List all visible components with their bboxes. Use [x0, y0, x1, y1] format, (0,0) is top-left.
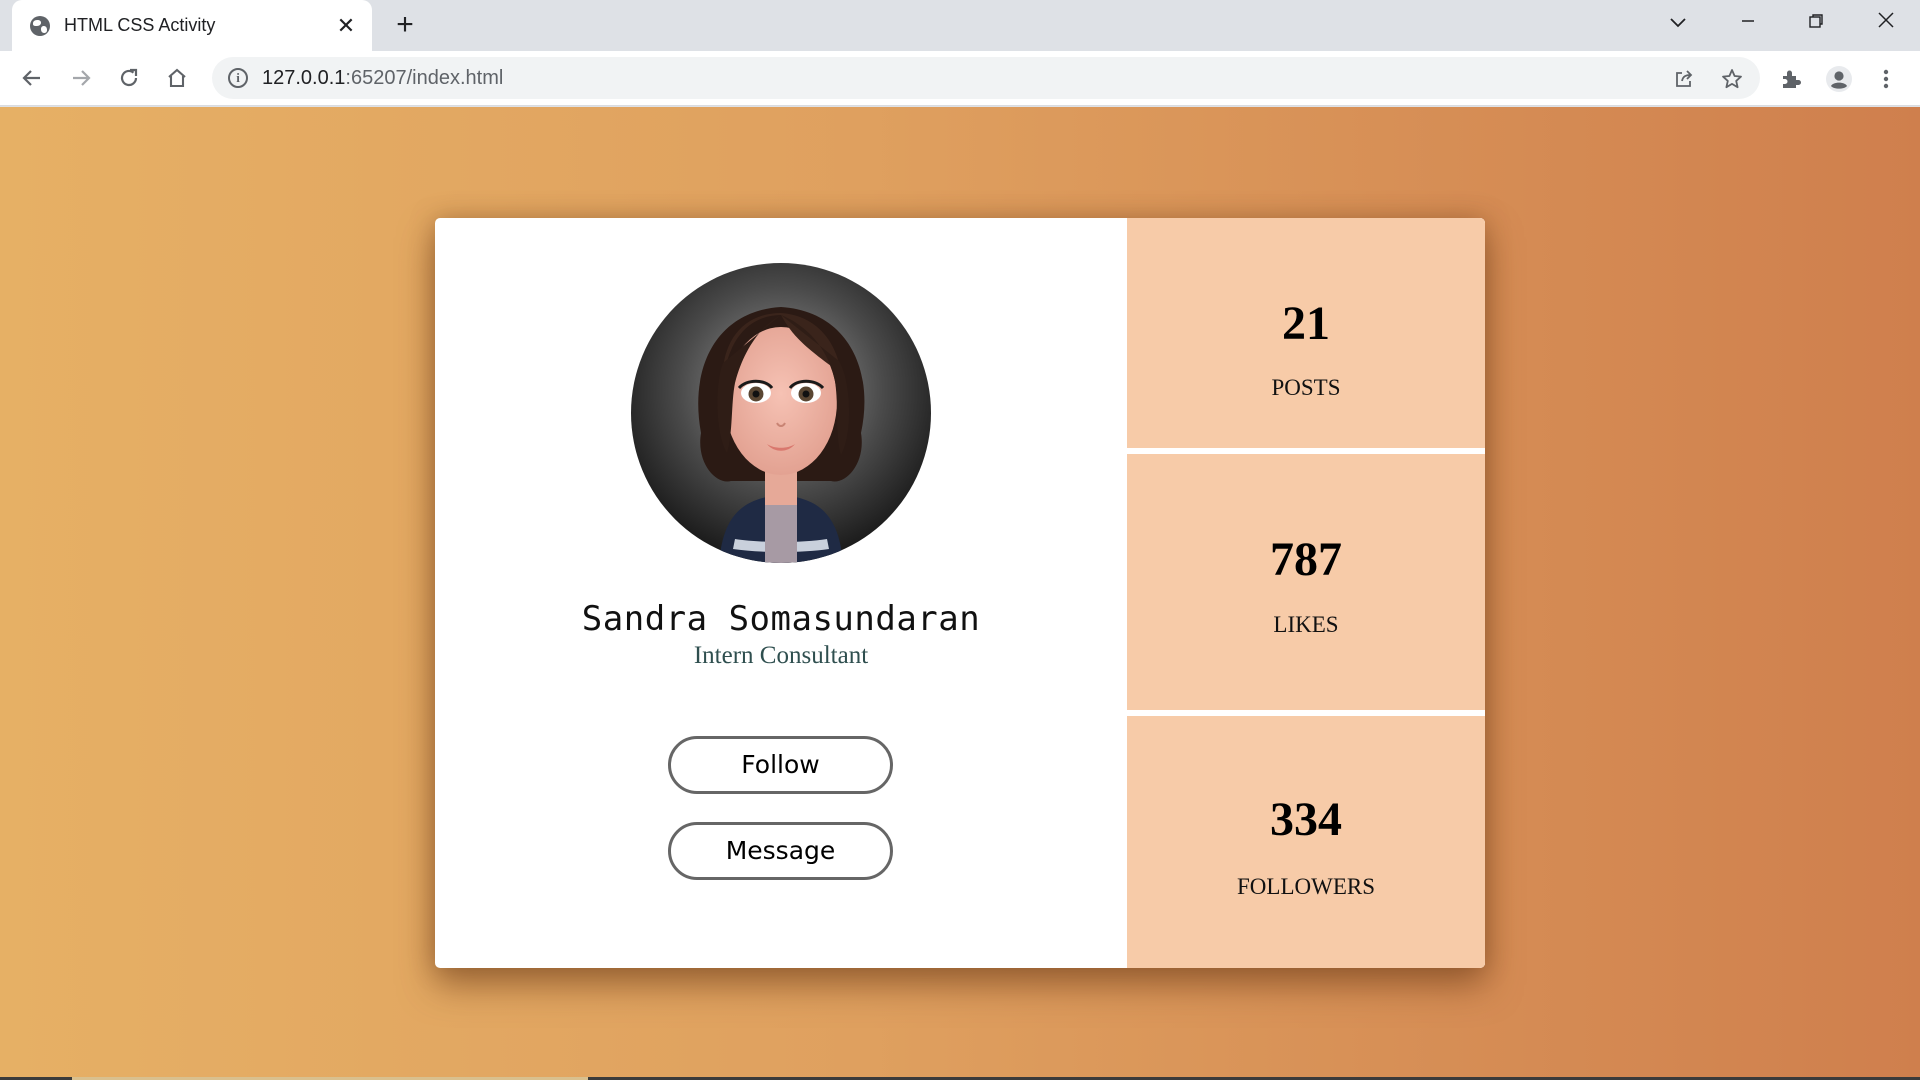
profile-role: Intern Consultant	[693, 642, 869, 669]
url-host: 127.0.0.1	[262, 67, 346, 89]
forward-icon[interactable]	[66, 63, 96, 93]
stats-panel: 21 POSTS 787 LIKES 334 FOLLOWERS	[1127, 218, 1485, 968]
tab-strip: HTML CSS Activity ✕ +	[0, 0, 1920, 51]
restore-icon[interactable]	[1798, 8, 1834, 38]
profile-section: Sandra Somasundaran Intern Consultant Fo…	[435, 218, 1127, 968]
follow-button[interactable]: Follow	[668, 736, 893, 794]
profile-card: Sandra Somasundaran Intern Consultant Fo…	[435, 218, 1485, 968]
stat-followers: 334 FOLLOWERS	[1127, 716, 1485, 968]
back-icon[interactable]	[17, 63, 47, 93]
close-icon[interactable]: ✕	[334, 13, 358, 38]
stat-label: FOLLOWERS	[1237, 874, 1375, 899]
message-button[interactable]: Message	[668, 822, 893, 880]
stat-value: 334	[1270, 793, 1342, 846]
profile-icon[interactable]	[1825, 65, 1853, 93]
extensions-icon[interactable]	[1777, 65, 1805, 93]
star-icon[interactable]	[1720, 67, 1744, 91]
new-tab-button[interactable]: +	[390, 10, 420, 41]
page-viewport: Sandra Somasundaran Intern Consultant Fo…	[0, 107, 1920, 1080]
home-icon[interactable]	[162, 63, 192, 93]
info-icon[interactable]: i	[228, 68, 248, 88]
browser-tab[interactable]: HTML CSS Activity ✕	[12, 0, 372, 51]
minimize-icon[interactable]	[1730, 8, 1766, 38]
stat-label: LIKES	[1273, 612, 1339, 637]
reload-icon[interactable]	[114, 63, 144, 93]
globe-icon	[30, 15, 50, 36]
stat-value: 21	[1282, 297, 1330, 350]
url-text[interactable]: 127.0.0.1:65207/index.html	[262, 67, 503, 90]
menu-icon[interactable]	[1872, 65, 1900, 93]
share-icon[interactable]	[1672, 67, 1696, 91]
profile-name: Sandra Somasundaran	[581, 599, 981, 639]
chevron-down-icon[interactable]	[1660, 8, 1696, 38]
url-path: :65207/index.html	[345, 67, 504, 89]
stat-label: POSTS	[1271, 375, 1341, 400]
browser-toolbar: i 127.0.0.1:65207/index.html	[0, 51, 1920, 106]
tab-title: HTML CSS Activity	[64, 15, 216, 35]
window-close-icon[interactable]	[1868, 8, 1904, 38]
stat-likes: 787 LIKES	[1127, 454, 1485, 710]
avatar	[631, 263, 931, 563]
stat-value: 787	[1270, 533, 1342, 586]
address-bar[interactable]: i 127.0.0.1:65207/index.html	[212, 57, 1760, 99]
stat-posts: 21 POSTS	[1127, 218, 1485, 448]
